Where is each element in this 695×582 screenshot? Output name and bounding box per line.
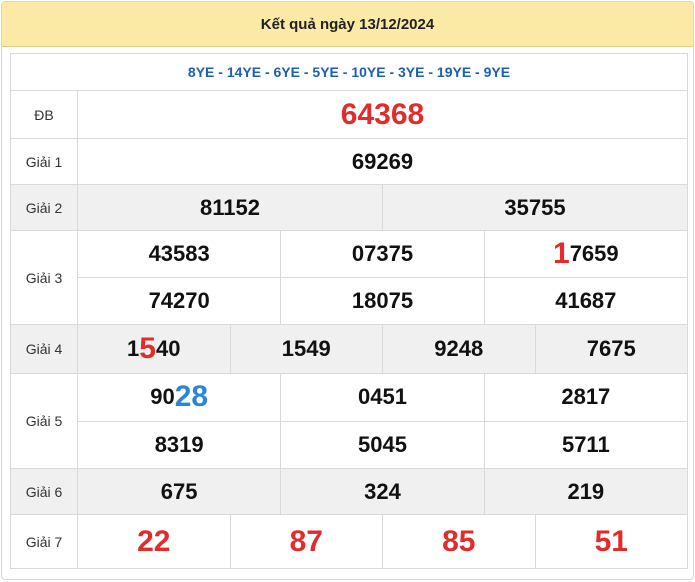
- prize-label-g5: Giải 5: [11, 374, 78, 468]
- prize-g4-value: 1549: [229, 325, 383, 373]
- prize-line: 675 324 219: [78, 469, 687, 514]
- prize-label-g4: Giải 4: [11, 325, 78, 373]
- prize-values-g2: 81152 35755: [78, 185, 688, 230]
- prize-g2-value: 35755: [382, 185, 687, 230]
- prize-line: 69269: [78, 139, 687, 184]
- ticket-codes: 8YE - 14YE - 6YE - 5YE - 10YE - 3YE - 19…: [11, 54, 688, 91]
- prize-row-g4: Giải 4 1 5 40 1549 9248 7675: [11, 325, 688, 374]
- prize-label-g3: Giải 3: [11, 231, 78, 324]
- results-table: 8YE - 14YE - 6YE - 5YE - 10YE - 3YE - 19…: [10, 53, 688, 569]
- prize-line: 64368: [78, 91, 687, 138]
- prize-g7-value: 87: [229, 515, 383, 568]
- prize-db-value: 64368: [340, 97, 425, 131]
- prize-line: 1 5 40 1549 9248 7675: [78, 325, 687, 373]
- prize-g3-value-highlight: 1 7659: [483, 231, 687, 277]
- prize-values-db: 64368: [78, 91, 688, 138]
- prize-label-g1: Giải 1: [11, 139, 78, 184]
- prize-g4-value-highlight: 1 5 40: [78, 325, 230, 373]
- prize-row-g2: Giải 2 81152 35755: [11, 185, 688, 231]
- prize-label-g7: Giải 7: [11, 515, 78, 568]
- digit-highlight: 28: [174, 380, 209, 414]
- prize-label-g6: Giải 6: [11, 469, 78, 514]
- prize-g3-value: 07375: [280, 231, 483, 277]
- digit-normal: 90: [150, 384, 175, 410]
- prize-g5-value-highlight: 90 28: [78, 374, 280, 421]
- digit-highlight: 5: [139, 332, 156, 365]
- prize-row-g5: Giải 5 90 28 0451 2817 8319 5045 5711: [11, 374, 688, 469]
- prize-g2-value: 81152: [200, 194, 260, 220]
- prize-g6-value: 219: [483, 469, 687, 514]
- prize-row-db: ĐB 64368: [11, 91, 688, 139]
- prize-row-g6: Giải 6 675 324 219: [11, 469, 688, 515]
- results-header: Kết quả ngày 13/12/2024: [2, 2, 693, 47]
- results-title: Kết quả ngày 13/12/2024: [260, 15, 435, 33]
- digit-normal: 1: [127, 336, 140, 361]
- prize-line: 74270 18075 41687: [78, 277, 687, 324]
- prize-label-db: ĐB: [11, 91, 78, 138]
- prize-row-g3: Giải 3 43583 07375 1 7659 74270 18075 416…: [11, 231, 688, 325]
- prize-row-g1: Giải 1 69269: [11, 139, 688, 185]
- prize-values-g7: 22 87 85 51: [78, 515, 688, 568]
- prize-g5-value: 5711: [483, 421, 687, 468]
- prize-values-g5: 90 28 0451 2817 8319 5045 5711: [78, 374, 688, 468]
- prize-values-g1: 69269: [78, 139, 688, 184]
- prize-values-g3: 43583 07375 1 7659 74270 18075 41687: [78, 231, 688, 324]
- prize-g3-value: 18075: [280, 278, 483, 324]
- prize-g5-value: 8319: [154, 431, 204, 457]
- digit-normal: 40: [155, 336, 181, 361]
- prize-values-g4: 1 5 40 1549 9248 7675: [78, 325, 688, 373]
- prize-g7-value: 85: [382, 515, 535, 568]
- prize-g5-value: 5045: [280, 421, 483, 468]
- digit-highlight: 1: [553, 237, 570, 270]
- prize-line: 81152 35755: [78, 185, 687, 230]
- prize-line: 90 28 0451 2817: [78, 374, 687, 421]
- prize-g4-value: 9248: [382, 325, 535, 373]
- prize-line: 8319 5045 5711: [78, 420, 687, 468]
- prize-g6-value: 675: [160, 478, 198, 504]
- prize-values-g6: 675 324 219: [78, 469, 688, 514]
- prize-label-g2: Giải 2: [11, 185, 78, 230]
- prize-g1-value: 69269: [351, 148, 414, 174]
- prize-line: 43583 07375 1 7659: [78, 231, 687, 277]
- prize-g3-value: 74270: [148, 288, 210, 313]
- prize-g7-value: 51: [534, 515, 688, 568]
- prize-g6-value: 324: [280, 469, 483, 514]
- prize-g3-value: 43583: [148, 241, 210, 266]
- prize-g5-value: 0451: [280, 374, 483, 421]
- prize-g3-value: 41687: [483, 278, 687, 324]
- prize-g7-value: 22: [137, 524, 171, 558]
- prize-g5-value: 2817: [483, 374, 687, 421]
- prize-line: 22 87 85 51: [78, 515, 687, 568]
- digit-normal: 7659: [569, 241, 619, 266]
- prize-g4-value: 7675: [534, 325, 688, 373]
- results-sheet: Kết quả ngày 13/12/2024 8YE - 14YE - 6YE…: [1, 1, 694, 580]
- prize-row-g7: Giải 7 22 87 85 51: [11, 515, 688, 569]
